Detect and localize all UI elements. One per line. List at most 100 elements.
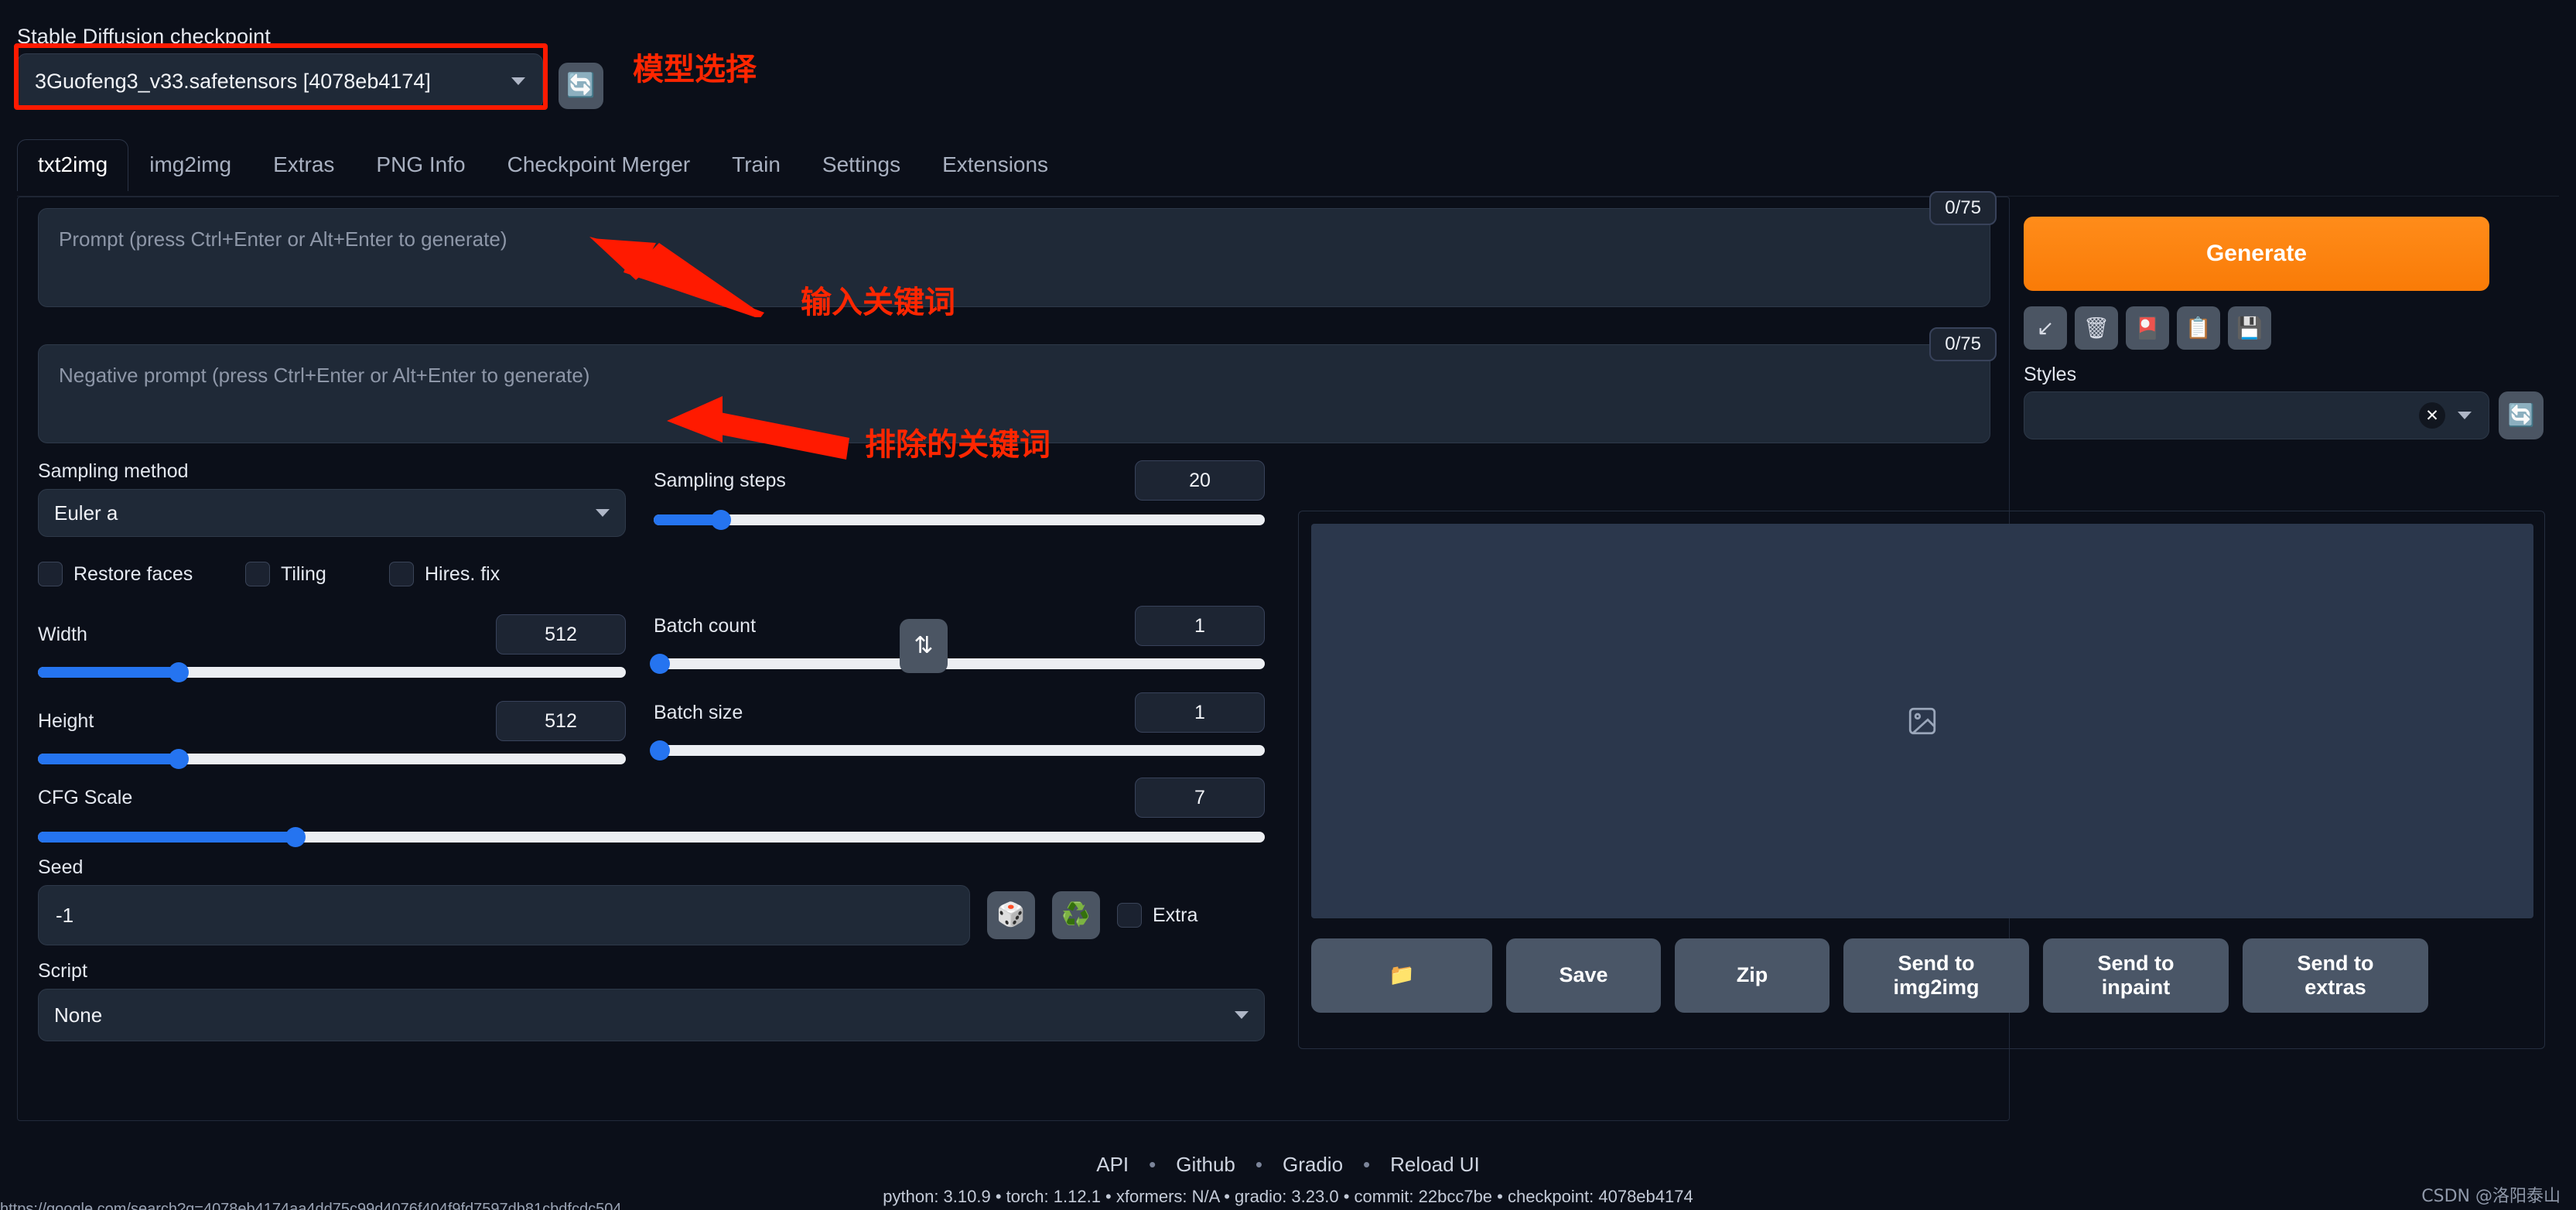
tab-train[interactable]: Train <box>711 139 801 191</box>
clipboard-icon[interactable]: 📋 <box>2177 306 2220 350</box>
width-slider-group: Width 512 <box>38 614 626 682</box>
tab-checkpoint-merger[interactable]: Checkpoint Merger <box>487 139 712 191</box>
batch-count-slider[interactable] <box>649 654 1265 674</box>
image-gallery[interactable] <box>1311 524 2533 918</box>
hires-fix-label: Hires. fix <box>425 562 501 585</box>
prompt-tool-row: ↙ 🗑 🎴 📋 💾 <box>2024 306 2271 350</box>
checkbox-box <box>245 562 270 586</box>
swap-dimensions-button[interactable]: ⇅ <box>900 619 948 673</box>
sampling-method-select[interactable]: Euler a <box>38 489 626 537</box>
styles-row: ✕ 🔄 <box>2024 391 2544 439</box>
cfg-scale-value-input[interactable]: 7 <box>1135 778 1265 818</box>
clear-x-icon[interactable]: ✕ <box>2419 402 2445 429</box>
chevron-down-icon <box>596 509 610 517</box>
width-value-input[interactable]: 512 <box>496 614 626 655</box>
trash-icon[interactable]: 🗑 <box>2075 306 2118 350</box>
footer-link-api[interactable]: API <box>1096 1153 1129 1177</box>
checkpoint-value: 3Guofeng3_v33.safetensors [4078eb4174] <box>35 69 431 93</box>
script-group: Script None <box>38 960 1265 1041</box>
sampling-steps-value-input[interactable]: 20 <box>1135 460 1265 501</box>
zip-button[interactable]: Zip <box>1675 938 1830 1013</box>
prompt-token-counter: 0/75 <box>1929 191 1997 225</box>
chevron-down-icon <box>2458 412 2472 419</box>
browser-status-url: https://google.com/search?q=4078eb4174aa… <box>0 1201 622 1210</box>
batch-size-slider[interactable] <box>649 740 1265 761</box>
extra-seed-label: Extra <box>1153 904 1198 926</box>
batch-count-group: Batch count 1 <box>649 606 1265 674</box>
seed-label: Seed <box>38 856 84 878</box>
tab-extras[interactable]: Extras <box>252 139 355 191</box>
batch-size-value-input[interactable]: 1 <box>1135 692 1265 733</box>
height-value-input[interactable]: 512 <box>496 701 626 741</box>
extra-seed-checkbox[interactable]: Extra <box>1117 903 1197 928</box>
settings-column-left: Sampling method Euler a Restore faces Ti… <box>38 460 626 769</box>
width-label: Width <box>38 623 87 645</box>
tab-settings[interactable]: Settings <box>801 139 921 191</box>
image-placeholder-icon <box>1908 707 1936 735</box>
send-to-inpaint-button[interactable]: Send to inpaint <box>2043 938 2229 1013</box>
main-tabs: txt2img img2img Extras PNG Info Checkpoi… <box>17 139 2559 191</box>
checkbox-box <box>38 562 63 586</box>
seed-input[interactable]: -1 <box>38 885 970 945</box>
send-to-img2img-button[interactable]: Send to img2img <box>1843 938 2029 1013</box>
footer-separator: • <box>1363 1153 1371 1176</box>
sampling-method-label: Sampling method <box>38 460 189 482</box>
send-to-extras-button[interactable]: Send to extras <box>2243 938 2428 1013</box>
open-folder-button[interactable]: 📁 <box>1311 938 1492 1013</box>
tab-extensions[interactable]: Extensions <box>921 139 1069 191</box>
tab-img2img[interactable]: img2img <box>128 139 252 191</box>
save-style-icon[interactable]: 💾 <box>2228 306 2271 350</box>
checkpoint-row: Stable Diffusion checkpoint 3Guofeng3_v3… <box>17 25 603 109</box>
annotation-label-prompt: 输入关键词 <box>801 285 955 320</box>
annotation-label-negative: 排除的关键词 <box>865 427 1051 463</box>
watermark: CSDN @洛阳泰山 <box>2421 1187 2561 1206</box>
webui-root: Stable Diffusion checkpoint 3Guofeng3_v3… <box>0 0 2576 1210</box>
prompt-input[interactable]: Prompt (press Ctrl+Enter or Alt+Enter to… <box>38 208 1990 307</box>
chevron-down-icon <box>511 77 525 85</box>
tab-png-info[interactable]: PNG Info <box>355 139 486 191</box>
save-button[interactable]: Save <box>1506 938 1661 1013</box>
script-select[interactable]: None <box>38 989 1265 1041</box>
tiling-label: Tiling <box>281 562 326 585</box>
cfg-scale-slider[interactable] <box>38 827 1265 847</box>
settings-column-right: Sampling steps 20 Batch count 1 Batch si… <box>649 460 1265 761</box>
checkbox-box <box>1117 903 1142 928</box>
footer-link-gradio[interactable]: Gradio <box>1283 1153 1343 1177</box>
script-label: Script <box>38 960 87 982</box>
batch-count-value-input[interactable]: 1 <box>1135 606 1265 646</box>
restore-faces-label: Restore faces <box>73 562 193 585</box>
width-slider[interactable] <box>38 662 626 682</box>
height-slider-group: Height 512 <box>38 701 626 769</box>
styles-select[interactable]: ✕ <box>2024 391 2489 439</box>
refresh-checkpoint-button[interactable]: 🔄 <box>559 63 603 109</box>
chevron-down-icon <box>1235 1011 1249 1019</box>
interrupt-arrow-icon[interactable]: ↙ <box>2024 306 2067 350</box>
tab-txt2img[interactable]: txt2img <box>17 139 129 191</box>
sampling-method-value: Euler a <box>54 501 118 525</box>
footer-links: API • Github • Gradio • Reload UI <box>0 1153 2576 1177</box>
footer-link-reload-ui[interactable]: Reload UI <box>1390 1153 1480 1177</box>
footer-link-github[interactable]: Github <box>1176 1153 1235 1177</box>
checkpoint-label: Stable Diffusion checkpoint <box>17 25 271 48</box>
apply-style-icon[interactable]: 🎴 <box>2126 306 2169 350</box>
sampling-steps-slider[interactable] <box>654 510 1265 530</box>
seed-group: Seed -1 🎲 ♻️ Extra <box>38 856 1265 945</box>
reuse-seed-button[interactable]: ♻️ <box>1052 891 1100 939</box>
height-label: Height <box>38 709 94 732</box>
generate-button[interactable]: Generate <box>2024 217 2489 291</box>
script-value: None <box>54 1003 103 1027</box>
cfg-scale-group: CFG Scale 7 <box>38 778 1265 847</box>
refresh-styles-button[interactable]: 🔄 <box>2499 391 2544 439</box>
restore-faces-checkbox[interactable]: Restore faces <box>38 562 245 586</box>
hires-fix-checkbox[interactable]: Hires. fix <box>389 562 500 586</box>
cfg-scale-label: CFG Scale <box>38 786 133 808</box>
checkpoint-block: Stable Diffusion checkpoint 3Guofeng3_v3… <box>17 25 543 109</box>
tiling-checkbox[interactable]: Tiling <box>245 562 389 586</box>
height-slider[interactable] <box>38 749 626 769</box>
random-seed-button[interactable]: 🎲 <box>987 891 1035 939</box>
batch-size-group: Batch size 1 <box>649 692 1265 761</box>
checkpoint-select[interactable]: 3Guofeng3_v33.safetensors [4078eb4174] <box>17 53 543 109</box>
result-panel: 📁 Save Zip Send to img2img Send to inpai… <box>1298 511 2545 1049</box>
batch-size-label: Batch size <box>654 701 743 723</box>
styles-label: Styles <box>2024 364 2077 385</box>
